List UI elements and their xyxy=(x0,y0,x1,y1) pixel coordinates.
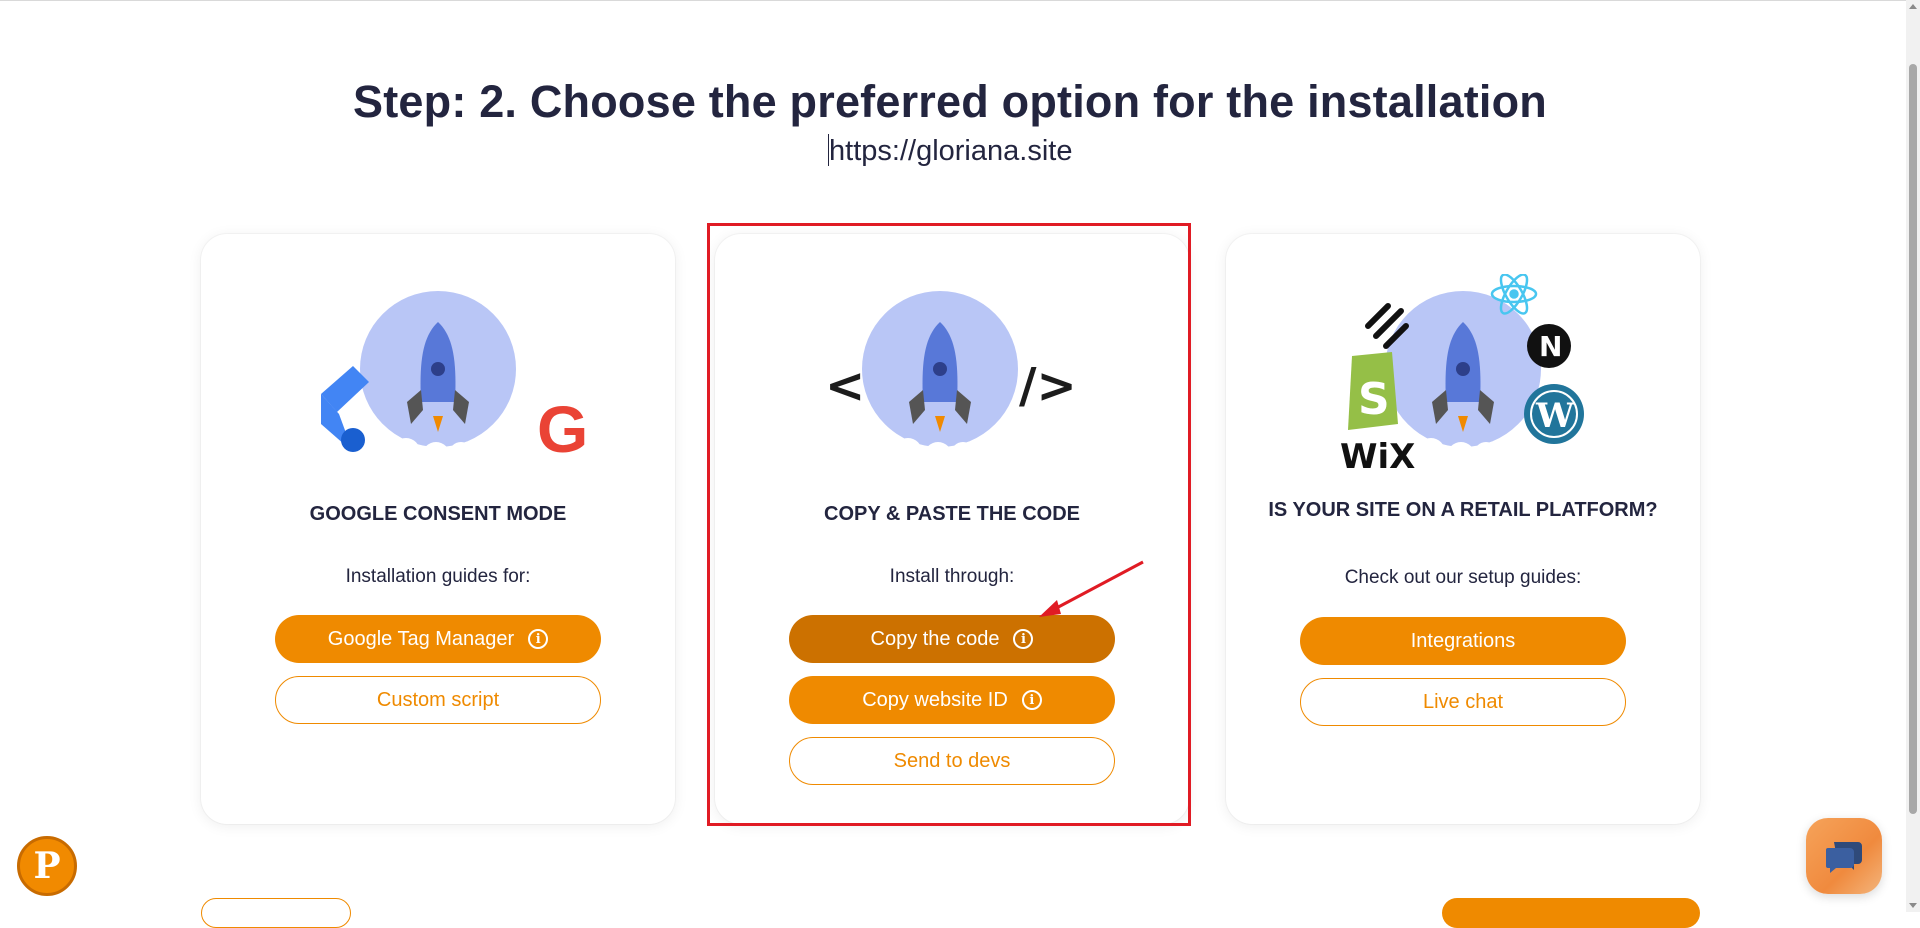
p-badge-letter: P xyxy=(33,845,61,887)
button-label: Live chat xyxy=(1422,690,1504,713)
button-label: Copy the code xyxy=(870,627,1000,650)
card-title: IS YOUR SITE ON A RETAIL PLATFORM? xyxy=(1268,499,1658,521)
google-tag-manager-icon xyxy=(321,366,369,452)
site-url: https://gloriana.site xyxy=(0,134,1900,168)
scroll-down-arrow-icon[interactable] xyxy=(1909,903,1917,908)
vertical-scrollbar[interactable] xyxy=(1906,0,1920,912)
button-label: Copy website ID xyxy=(862,688,1008,711)
page-title: Step: 2. Choose the preferred option for… xyxy=(353,76,1547,127)
copy-paste-illustration: < /> xyxy=(715,274,1189,494)
shopify-icon: S xyxy=(1348,352,1398,430)
card-copy-paste-code: < /> COPY & PASTE THE CODE Install throu… xyxy=(715,234,1189,824)
card-title: COPY & PASTE THE CODE xyxy=(824,503,1080,525)
chat-bubble-icon xyxy=(1826,842,1862,873)
retail-platform-illustration: S WiX N W xyxy=(1226,274,1700,494)
info-icon[interactable]: i xyxy=(528,629,549,649)
button-label: Send to devs xyxy=(893,749,1011,772)
custom-script-button[interactable]: Custom script xyxy=(275,676,601,724)
card-google-consent-mode: G GOOGLE CONSENT MODE Installation guide… xyxy=(201,234,675,824)
button-label: Google Tag Manager xyxy=(327,627,515,650)
next-button[interactable] xyxy=(1442,898,1700,928)
info-icon[interactable]: i xyxy=(1021,690,1042,710)
card-subtitle: Check out our setup guides: xyxy=(1344,567,1582,588)
chat-widget-button[interactable] xyxy=(1806,818,1882,894)
svg-text:N: N xyxy=(1539,330,1562,363)
wix-logo: WiX xyxy=(1340,437,1415,477)
google-consent-illustration: G xyxy=(201,274,675,494)
code-close-bracket: /> xyxy=(1019,358,1077,414)
copy-the-code-button[interactable]: Copy the code i xyxy=(789,615,1115,663)
svg-text:W: W xyxy=(1535,396,1575,436)
copy-website-id-button[interactable]: Copy website ID i xyxy=(789,676,1115,724)
site-url-text: https://gloriana.site xyxy=(829,135,1073,167)
send-to-devs-button[interactable]: Send to devs xyxy=(789,737,1115,785)
nextjs-icon: N xyxy=(1527,324,1571,368)
code-open-bracket: < xyxy=(825,358,865,414)
back-button[interactable] xyxy=(201,898,351,928)
top-border xyxy=(0,0,1920,1)
google-tag-manager-button[interactable]: Google Tag Manager i xyxy=(275,615,601,663)
integrations-button[interactable]: Integrations xyxy=(1300,617,1626,665)
card-title: GOOGLE CONSENT MODE xyxy=(309,503,567,525)
info-icon[interactable]: i xyxy=(1013,629,1034,649)
button-label: Custom script xyxy=(376,688,500,711)
live-chat-button[interactable]: Live chat xyxy=(1300,678,1626,726)
annotation-arrow-icon xyxy=(1039,560,1144,617)
button-label: Integrations xyxy=(1410,629,1516,652)
svg-text:S: S xyxy=(1358,374,1390,425)
google-icon: G xyxy=(537,392,588,466)
wordpress-icon: W xyxy=(1524,384,1584,444)
scroll-up-arrow-icon[interactable] xyxy=(1909,4,1917,9)
scroll-thumb[interactable] xyxy=(1909,64,1917,814)
card-retail-platform: S WiX N W IS YOUR SITE ON A RETAIL PLATF… xyxy=(1226,234,1700,824)
card-subtitle: Installation guides for: xyxy=(345,566,531,587)
p-badge-button[interactable]: P xyxy=(17,836,77,896)
